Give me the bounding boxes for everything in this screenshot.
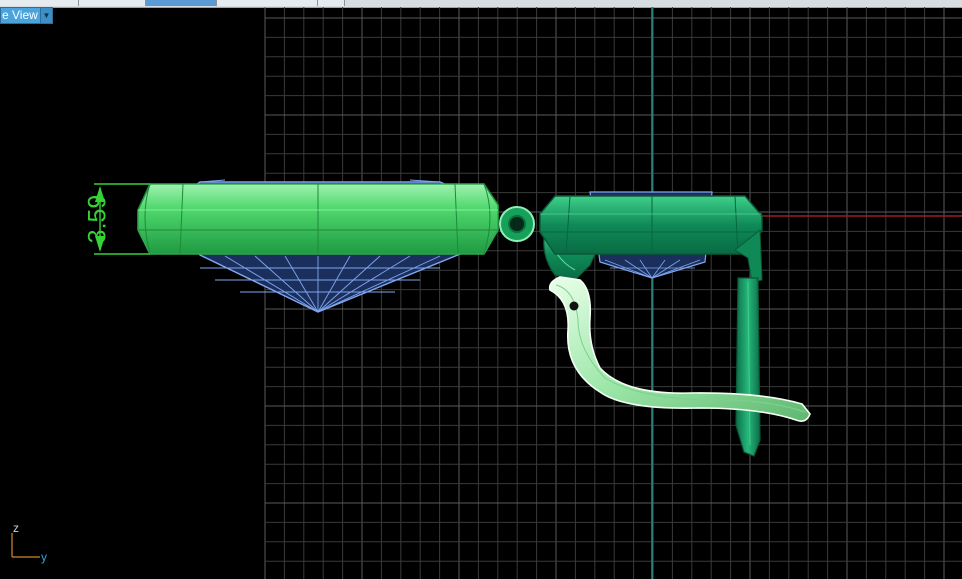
- grid: [264, 7, 962, 579]
- right-setting[interactable]: [539, 195, 763, 255]
- hook-wire[interactable]: [548, 276, 811, 422]
- catch-post[interactable]: [734, 228, 763, 457]
- z-axis-label: z: [13, 521, 19, 535]
- axis-triad: z y: [11, 521, 47, 564]
- y-axis-label: y: [41, 550, 47, 564]
- viewport[interactable]: 3.59 z y: [0, 0, 962, 579]
- left-setting[interactable]: [137, 183, 499, 255]
- jump-ring[interactable]: [499, 206, 535, 242]
- dimension-value: 3.59: [84, 195, 112, 244]
